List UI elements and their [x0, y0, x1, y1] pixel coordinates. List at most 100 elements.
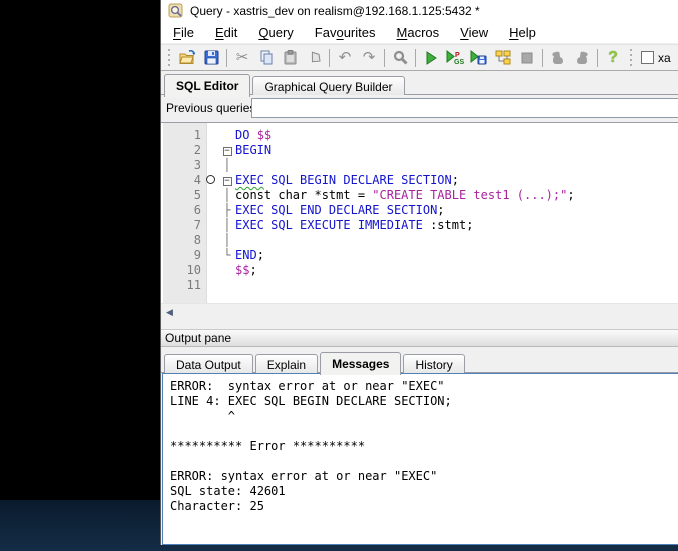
- window-title: Query - xastris_dev on realism@192.168.1…: [190, 4, 480, 18]
- marker-margin: [201, 188, 219, 203]
- code-line-4[interactable]: 4−EXEC SQL BEGIN DECLARE SECTION;: [161, 173, 678, 188]
- checkbox-icon[interactable]: [641, 51, 654, 64]
- fold-margin: │: [219, 188, 235, 203]
- toolbar-separator: [384, 49, 385, 67]
- redo-icon[interactable]: ↷: [357, 47, 381, 69]
- fold-margin: │: [219, 158, 235, 173]
- code-line-8[interactable]: 8│: [161, 233, 678, 248]
- svg-text:P: P: [455, 52, 460, 59]
- execute-query-icon[interactable]: [419, 47, 443, 69]
- cut-icon[interactable]: ✂: [230, 47, 254, 69]
- current-line-marker-icon: [201, 173, 219, 188]
- xa-checkbox[interactable]: xa: [641, 51, 671, 65]
- fold-margin: [219, 263, 235, 278]
- toolbar-separator: [542, 49, 543, 67]
- code-line-5[interactable]: 5 │const char *stmt = "CREATE TABLE test1…: [161, 188, 678, 203]
- copy-icon[interactable]: [254, 47, 278, 69]
- line-number: 7: [161, 218, 201, 233]
- commit-icon[interactable]: [546, 47, 570, 69]
- line-number: 2: [161, 143, 201, 158]
- code-line-3[interactable]: 3│: [161, 158, 678, 173]
- output-tab-messages[interactable]: Messages: [320, 352, 401, 375]
- execute-to-file-icon[interactable]: [467, 47, 491, 69]
- scroll-left-arrow-icon[interactable]: ◀: [161, 304, 178, 320]
- marker-margin: [201, 263, 219, 278]
- line-number: 6: [161, 203, 201, 218]
- fold-margin[interactable]: −: [219, 143, 235, 158]
- clear-window-icon[interactable]: [302, 47, 326, 69]
- line-number: 1: [161, 128, 201, 143]
- menu-item-query[interactable]: Query: [258, 25, 293, 40]
- marker-margin: [201, 218, 219, 233]
- code-line-10[interactable]: 10 $$;: [161, 263, 678, 278]
- menu-item-help[interactable]: Help: [509, 25, 536, 40]
- menu-item-favourites[interactable]: Favourites: [315, 25, 376, 40]
- checkbox-label: xa: [658, 51, 671, 65]
- messages-text: ERROR: syntax error at or near "EXEC" LI…: [170, 379, 678, 514]
- output-tabstrip: Data OutputExplainMessagesHistory: [161, 349, 678, 373]
- sql-editor[interactable]: 1DO $$2−BEGIN3│4−EXEC SQL BEGIN DECLARE …: [161, 122, 678, 303]
- line-number: 5: [161, 188, 201, 203]
- line-number: 4: [161, 173, 201, 188]
- help-icon[interactable]: ?: [601, 47, 625, 69]
- explain-query-icon[interactable]: [491, 47, 515, 69]
- code-text: EXEC SQL EXECUTE IMMEDIATE :stmt;: [235, 218, 473, 233]
- toolbar-gripper[interactable]: [166, 49, 172, 67]
- query-window-icon[interactable]: [168, 3, 184, 19]
- line-number: 10: [161, 263, 201, 278]
- tab-sql-editor[interactable]: SQL Editor: [164, 74, 250, 97]
- marker-margin: [201, 233, 219, 248]
- code-line-6[interactable]: 6├EXEC SQL END DECLARE SECTION;: [161, 203, 678, 218]
- menu-item-view[interactable]: View: [460, 25, 488, 40]
- code-lines[interactable]: 1DO $$2−BEGIN3│4−EXEC SQL BEGIN DECLARE …: [161, 128, 678, 293]
- line-number: 3: [161, 158, 201, 173]
- toolbar-separator: [329, 49, 330, 67]
- menu-bar: File Edit Query Favourites Macros View Help: [161, 22, 678, 44]
- code-line-11[interactable]: 11: [161, 278, 678, 293]
- code-text: $$;: [235, 263, 257, 278]
- marker-margin: [201, 248, 219, 263]
- menu-item-file[interactable]: File: [173, 25, 194, 40]
- query-tool-window: Query - xastris_dev on realism@192.168.1…: [160, 0, 678, 545]
- toolbar-separator: [597, 49, 598, 67]
- code-line-9[interactable]: 9└END;: [161, 248, 678, 263]
- circle-marker-icon: [206, 175, 215, 184]
- pane-splitter[interactable]: [161, 320, 678, 329]
- previous-queries-row: Previous queries: [161, 95, 678, 121]
- fold-margin[interactable]: −: [219, 173, 235, 188]
- code-line-2[interactable]: 2−BEGIN: [161, 143, 678, 158]
- fold-margin: └: [219, 248, 235, 263]
- open-file-icon[interactable]: [175, 47, 199, 69]
- fold-margin: │: [219, 233, 235, 248]
- toolbar-separator: [415, 49, 416, 67]
- messages-panel[interactable]: ERROR: syntax error at or near "EXEC" LI…: [162, 373, 678, 545]
- line-number: 8: [161, 233, 201, 248]
- undo-icon[interactable]: ↶: [333, 47, 357, 69]
- marker-margin: [201, 278, 219, 293]
- find-icon[interactable]: [388, 47, 412, 69]
- previous-queries-combo[interactable]: [251, 98, 678, 118]
- marker-margin: [201, 128, 219, 143]
- code-text: const char *stmt = "CREATE TABLE test1 (…: [235, 188, 575, 203]
- marker-margin: [201, 203, 219, 218]
- fold-collapse-icon[interactable]: −: [223, 177, 232, 186]
- toolbar-separator: [226, 49, 227, 67]
- fold-margin: [219, 128, 235, 143]
- rollback-icon[interactable]: [570, 47, 594, 69]
- paste-icon[interactable]: [278, 47, 302, 69]
- toolbar-gripper[interactable]: [628, 49, 634, 67]
- cancel-query-icon[interactable]: [515, 47, 539, 69]
- editor-hscrollbar[interactable]: ◀: [161, 303, 678, 320]
- code-line-7[interactable]: 7 │EXEC SQL EXECUTE IMMEDIATE :stmt;: [161, 218, 678, 233]
- scroll-track[interactable]: [178, 304, 678, 320]
- menu-item-edit[interactable]: Edit: [215, 25, 237, 40]
- fold-collapse-icon[interactable]: −: [223, 147, 232, 156]
- execute-pgscript-icon[interactable]: P GS: [443, 47, 467, 69]
- title-bar: Query - xastris_dev on realism@192.168.1…: [161, 0, 678, 22]
- code-line-1[interactable]: 1DO $$: [161, 128, 678, 143]
- menu-item-macros[interactable]: Macros: [397, 25, 440, 40]
- fold-margin: │: [219, 218, 235, 233]
- toolbar: ✂ ↶ ↷: [161, 44, 678, 71]
- line-number: 11: [161, 278, 201, 293]
- save-icon[interactable]: [199, 47, 223, 69]
